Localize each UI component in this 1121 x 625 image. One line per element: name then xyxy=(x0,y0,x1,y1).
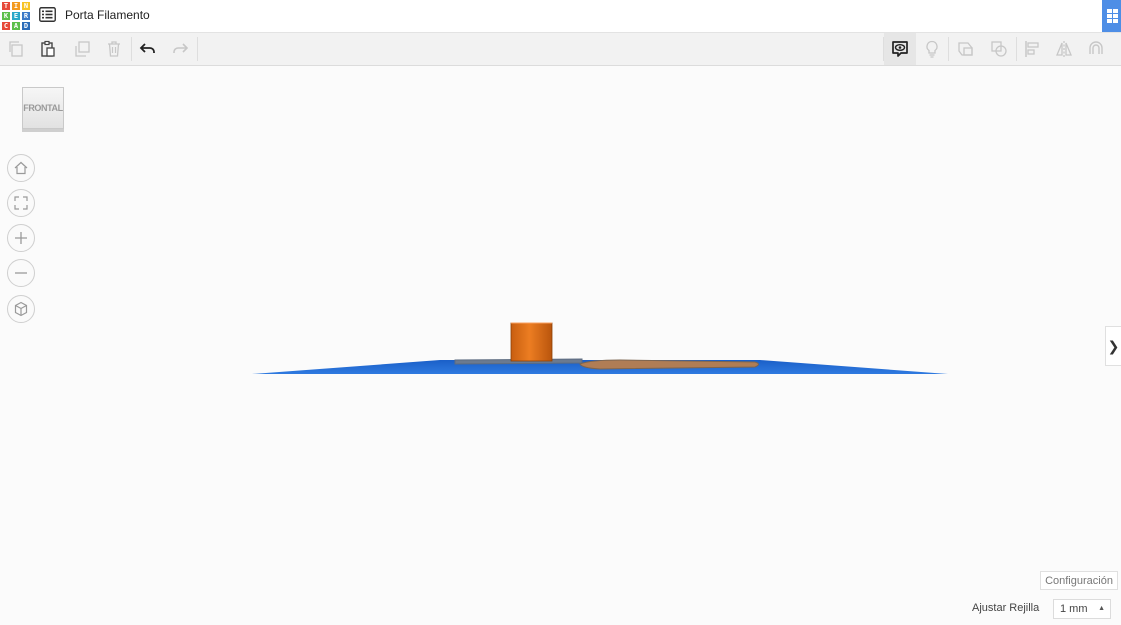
3d-viewport[interactable] xyxy=(0,0,1121,625)
settings-button[interactable]: Configuración xyxy=(1040,571,1118,590)
panel-expand-tab[interactable]: ❯ xyxy=(1105,326,1121,366)
snap-grid-value: 1 mm xyxy=(1060,603,1088,615)
dropdown-arrow-icon: ▲ xyxy=(1098,605,1105,612)
second-plate-shape[interactable] xyxy=(579,359,759,370)
chevron-right-icon: ❯ xyxy=(1107,337,1120,354)
snap-grid-select[interactable]: 1 mm ▲ xyxy=(1053,599,1111,619)
snap-grid-label: Ajustar Rejilla xyxy=(972,602,1040,614)
settings-label: Configuración xyxy=(1045,574,1113,587)
cylinder-shape[interactable] xyxy=(510,322,553,362)
